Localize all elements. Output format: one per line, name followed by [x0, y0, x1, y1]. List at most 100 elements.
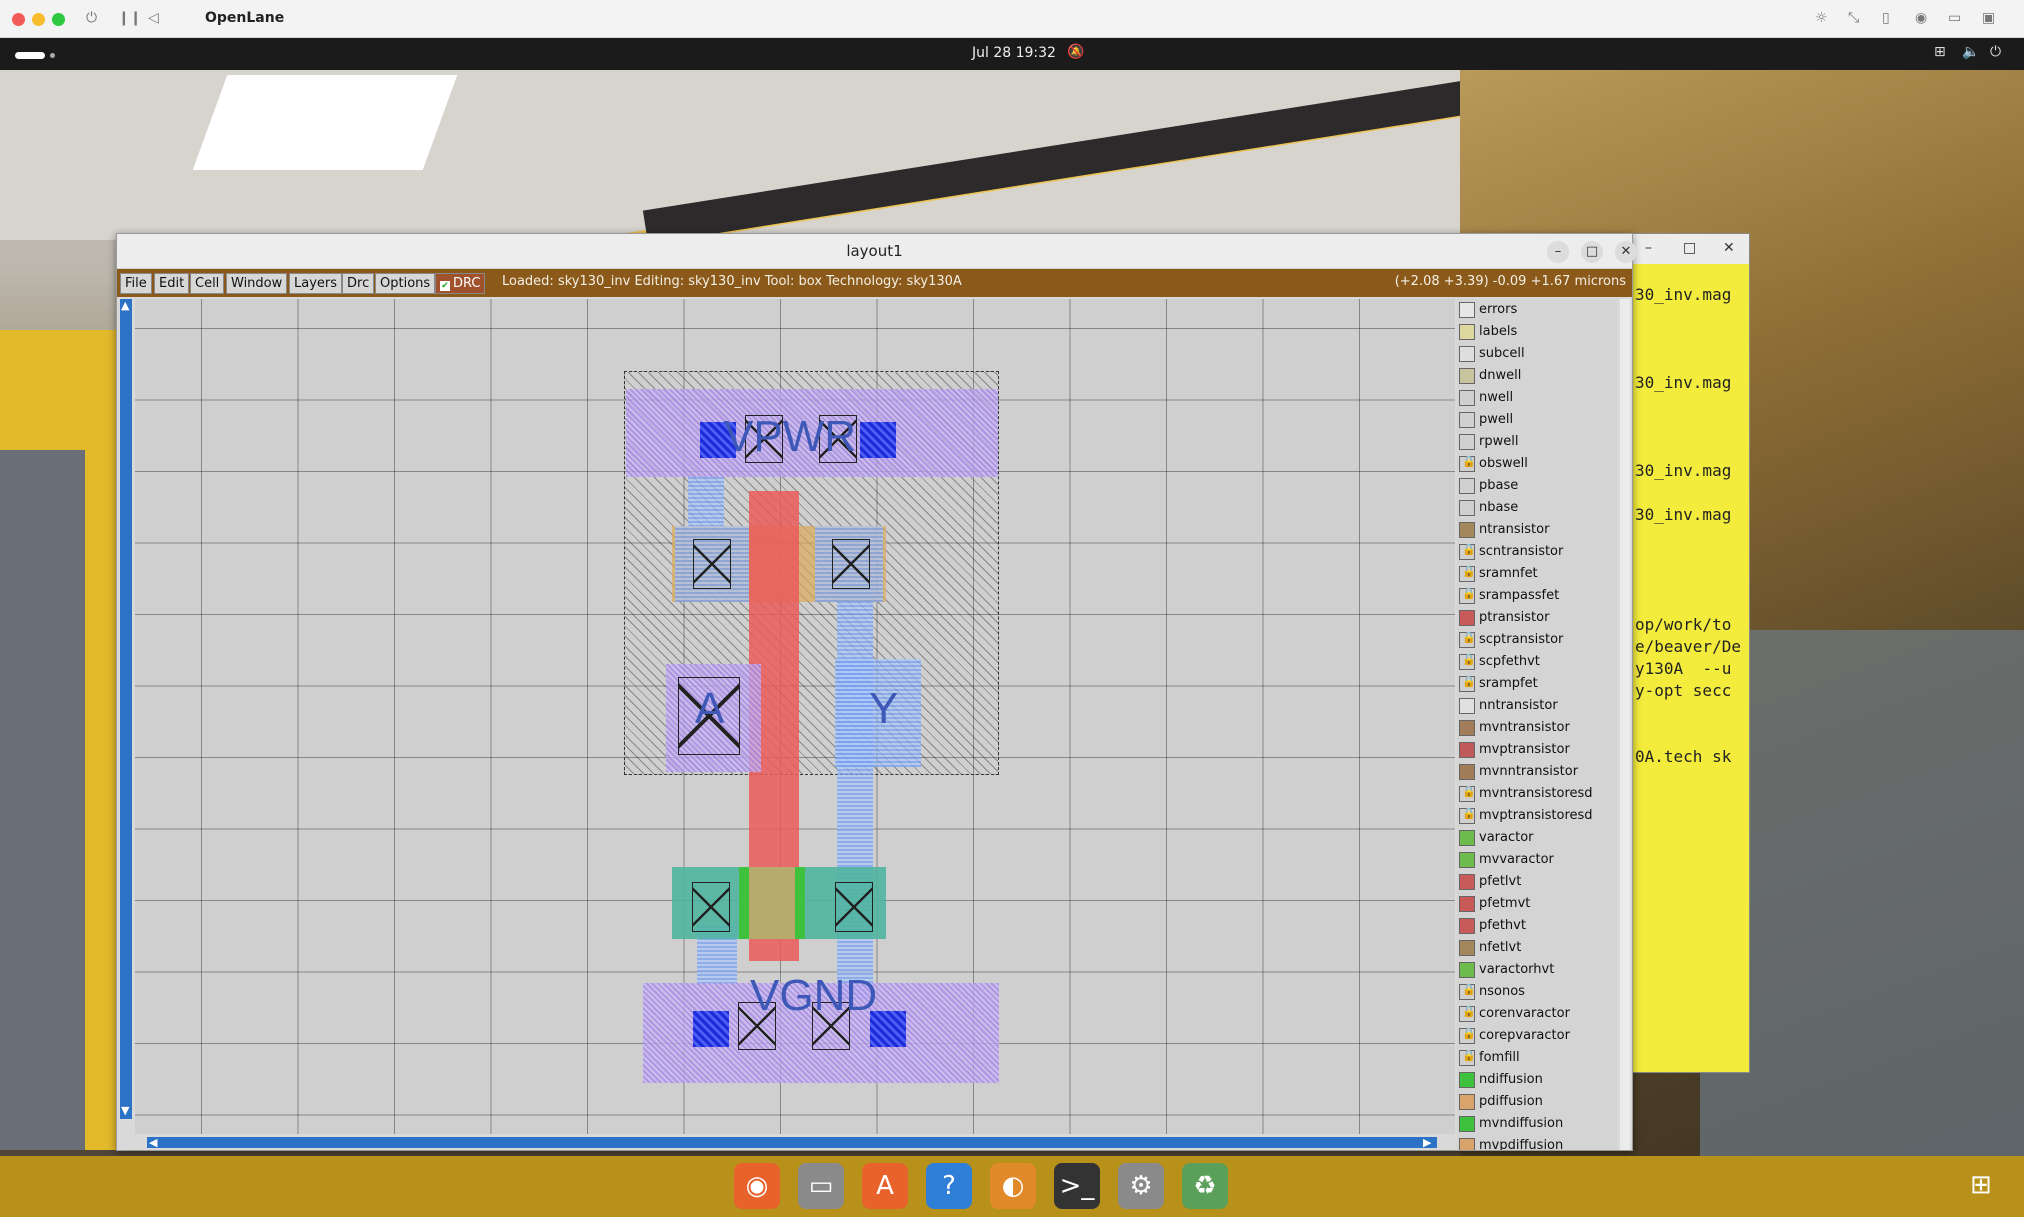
layer-item-varactor[interactable]: varactor	[1457, 827, 1617, 849]
power-menu-icon[interactable]: ⏻	[1990, 44, 2001, 60]
menu-edit[interactable]: Edit	[154, 273, 190, 294]
layer-item-mvvaractor[interactable]: mvvaractor	[1457, 849, 1617, 871]
activities-pill-icon[interactable]	[15, 52, 45, 59]
layer-item-varactorhvt[interactable]: varactorhvt	[1457, 959, 1617, 981]
scroll-left-icon[interactable]: ◀	[149, 1136, 157, 1149]
layer-item-labels[interactable]: labels	[1457, 321, 1617, 343]
back-icon[interactable]: ◁	[148, 10, 159, 26]
clock[interactable]: Jul 28 19:32	[972, 45, 1056, 61]
palette-scrollbar[interactable]	[1620, 299, 1630, 1150]
layer-item-ndiffusion[interactable]: ndiffusion	[1457, 1069, 1617, 1091]
windows-icon[interactable]: ▣	[1982, 10, 1995, 26]
settings-icon[interactable]: ⚙	[1118, 1163, 1164, 1209]
terminal-titlebar[interactable]: – □ ✕	[1631, 234, 1749, 264]
layer-item-srampfet[interactable]: 🔒 srampfet	[1457, 673, 1617, 695]
notifications-off-icon[interactable]: 🔕	[1067, 44, 1084, 60]
pause-icon[interactable]: ❙❙	[118, 10, 141, 26]
layer-item-mvnntransistor[interactable]: mvnntransistor	[1457, 761, 1617, 783]
menu-options[interactable]: Options	[375, 273, 436, 294]
workspace-dot-icon[interactable]	[50, 53, 55, 58]
layer-item-mvpdiffusion[interactable]: mvpdiffusion	[1457, 1135, 1617, 1150]
layer-item-mvntransistor[interactable]: mvntransistor	[1457, 717, 1617, 739]
layout-canvas[interactable]: VPWR A Y VGND	[135, 299, 1455, 1134]
terminal-icon[interactable]: >_	[1054, 1163, 1100, 1209]
lock-icon: 🔒	[1462, 455, 1476, 468]
layer-item-scptransistor[interactable]: 🔒 scptransistor	[1457, 629, 1617, 651]
window-titlebar[interactable]: layout1 – □ ✕	[117, 234, 1637, 269]
layer-item-corepvaractor[interactable]: 🔒 corepvaractor	[1457, 1025, 1617, 1047]
layer-item-corenvaractor[interactable]: 🔒 corenvaractor	[1457, 1003, 1617, 1025]
layer-item-ptransistor[interactable]: ptransistor	[1457, 607, 1617, 629]
maximize-icon[interactable]: □	[1683, 240, 1696, 256]
layer-label: pdiffusion	[1479, 1094, 1543, 1109]
minimize-traffic-light[interactable]	[32, 13, 45, 26]
layer-item-nwell[interactable]: nwell	[1457, 387, 1617, 409]
close-icon[interactable]: ✕	[1615, 241, 1637, 263]
layer-item-mvptransistor[interactable]: mvptransistor	[1457, 739, 1617, 761]
horizontal-scrollbar[interactable]: ◀ ▶	[147, 1136, 1437, 1149]
layer-item-sramnfet[interactable]: 🔒 sramnfet	[1457, 563, 1617, 585]
layer-item-nsonos[interactable]: 🔒 nsonos	[1457, 981, 1617, 1003]
menu-cell[interactable]: Cell	[190, 273, 225, 294]
layer-swatch	[1459, 412, 1475, 428]
power-icon[interactable]: ⏻	[86, 10, 97, 26]
layer-item-pfethvt[interactable]: pfethvt	[1457, 915, 1617, 937]
contact	[692, 882, 730, 932]
layout-window[interactable]: layout1 – □ ✕ File Edit Cell Window Laye…	[116, 233, 1637, 1151]
help-icon[interactable]: ?	[926, 1163, 972, 1209]
scroll-right-icon[interactable]: ▶	[1423, 1136, 1431, 1149]
firefox-icon[interactable]: ◉	[734, 1163, 780, 1209]
lock-icon: 🔒	[1462, 631, 1476, 644]
layer-item-srampassfet[interactable]: 🔒 srampassfet	[1457, 585, 1617, 607]
volume-icon[interactable]: 🔈	[1962, 44, 1979, 60]
close-traffic-light[interactable]	[12, 13, 25, 26]
camera-icon[interactable]: ◉	[1915, 10, 1927, 26]
layer-item-pdiffusion[interactable]: pdiffusion	[1457, 1091, 1617, 1113]
maximize-icon[interactable]: □	[1581, 241, 1603, 263]
layer-item-ntransistor[interactable]: ntransistor	[1457, 519, 1617, 541]
scroll-down-icon[interactable]: ▼	[121, 1104, 129, 1117]
blender-icon[interactable]: ◐	[990, 1163, 1036, 1209]
usb-icon[interactable]: ▯	[1882, 10, 1890, 26]
layer-item-pfetmvt[interactable]: pfetmvt	[1457, 893, 1617, 915]
scroll-up-icon[interactable]: ▲	[121, 299, 129, 312]
minimize-icon[interactable]: –	[1547, 241, 1569, 263]
layer-item-subcell[interactable]: subcell	[1457, 343, 1617, 365]
menu-window[interactable]: Window	[226, 273, 288, 294]
layer-item-nntransistor[interactable]: nntransistor	[1457, 695, 1617, 717]
network-icon[interactable]: ⊞	[1934, 44, 1946, 60]
drc-toggle[interactable]: ✔ DRC	[435, 273, 486, 294]
menu-file[interactable]: File	[120, 273, 152, 294]
layer-item-nbase[interactable]: nbase	[1457, 497, 1617, 519]
layer-item-fomfill[interactable]: 🔒 fomfill	[1457, 1047, 1617, 1069]
vertical-scrollbar[interactable]: ▲ ▼	[120, 299, 132, 1119]
menu-layers[interactable]: Layers	[289, 273, 343, 294]
layer-item-scntransistor[interactable]: 🔒 scntransistor	[1457, 541, 1617, 563]
layer-item-pwell[interactable]: pwell	[1457, 409, 1617, 431]
menu-drc[interactable]: Drc	[342, 273, 375, 294]
layer-item-dnwell[interactable]: dnwell	[1457, 365, 1617, 387]
files-icon[interactable]: ▭	[798, 1163, 844, 1209]
layer-item-errors[interactable]: errors	[1457, 299, 1617, 321]
resize-icon[interactable]: ⤡	[1848, 10, 1859, 26]
layer-item-rpwell[interactable]: rpwell	[1457, 431, 1617, 453]
show-apps-icon[interactable]: ⊞	[1970, 1170, 1992, 1200]
layer-item-mvptransistoresd[interactable]: 🔒 mvptransistoresd	[1457, 805, 1617, 827]
layer-item-mvntransistoresd[interactable]: 🔒 mvntransistoresd	[1457, 783, 1617, 805]
trash-icon[interactable]: ♻	[1182, 1163, 1228, 1209]
close-icon[interactable]: ✕	[1723, 240, 1735, 256]
brightness-icon[interactable]: ☼	[1815, 10, 1828, 26]
layer-item-mvndiffusion[interactable]: mvndiffusion	[1457, 1113, 1617, 1135]
terminal-window[interactable]: – □ ✕ 30_inv.mag 30_inv.mag 30_inv.mag 3…	[1630, 233, 1750, 1073]
layer-item-pbase[interactable]: pbase	[1457, 475, 1617, 497]
layer-item-pfetlvt[interactable]: pfetlvt	[1457, 871, 1617, 893]
folder-icon[interactable]: ▭	[1948, 10, 1961, 26]
layer-item-nfetlvt[interactable]: nfetlvt	[1457, 937, 1617, 959]
minimize-icon[interactable]: –	[1645, 240, 1652, 256]
layer-label: mvntransistoresd	[1479, 786, 1593, 801]
layer-item-obswell[interactable]: 🔒 obswell	[1457, 453, 1617, 475]
app-center-icon[interactable]: A	[862, 1163, 908, 1209]
layer-item-scpfethvt[interactable]: 🔒 scpfethvt	[1457, 651, 1617, 673]
layer-label: corenvaractor	[1479, 1006, 1570, 1021]
maximize-traffic-light[interactable]	[52, 13, 65, 26]
